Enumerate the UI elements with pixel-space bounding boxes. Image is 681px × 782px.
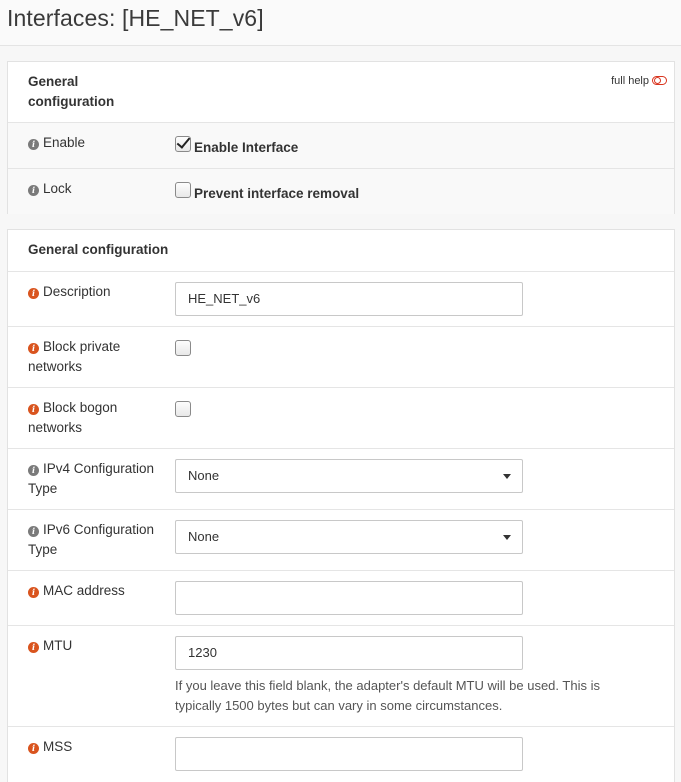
info-icon[interactable]: i xyxy=(28,185,39,196)
ipv6-type-label: i IPv6 Configuration Type xyxy=(28,522,155,557)
enable-interface-label[interactable]: Enable Interface xyxy=(194,139,298,157)
info-icon[interactable]: i xyxy=(28,642,39,653)
toggle-off-icon[interactable] xyxy=(652,76,667,85)
full-help-toggle[interactable]: full help xyxy=(611,75,667,87)
ipv4-type-select[interactable]: None xyxy=(175,459,523,493)
mss-input[interactable] xyxy=(175,737,523,771)
mac-row: i MAC address xyxy=(8,570,674,625)
caret-down-icon xyxy=(503,474,511,479)
ipv6-type-select[interactable]: None xyxy=(175,520,523,554)
panel-title: General configuration xyxy=(28,242,169,257)
block-private-checkbox[interactable] xyxy=(175,340,191,356)
mtu-input[interactable]: 1230 xyxy=(175,636,523,670)
block-bogon-checkbox[interactable] xyxy=(175,401,191,417)
description-label: i Description xyxy=(28,282,163,302)
lock-row: i Lock Prevent interface removal xyxy=(8,168,674,214)
description-input[interactable]: HE_NET_v6 xyxy=(175,282,523,316)
info-icon[interactable]: i xyxy=(28,587,39,598)
info-icon[interactable]: i xyxy=(28,743,39,754)
description-row: i Description HE_NET_v6 xyxy=(8,271,674,326)
panel-header: General configuration full help xyxy=(8,62,674,122)
full-help-label: full help xyxy=(611,75,649,87)
ipv4-type-label: i IPv4 Configuration Type xyxy=(28,461,155,496)
block-private-label: i Block private networks xyxy=(28,339,121,374)
block-bogon-row: i Block bogon networks xyxy=(8,387,674,448)
lock-label: i Lock xyxy=(28,179,163,199)
enable-row: i Enable Enable Interface xyxy=(8,122,674,168)
general-config-panel-2: General configuration i Description HE_NE… xyxy=(7,229,675,782)
mac-address-input[interactable] xyxy=(175,581,523,615)
info-icon[interactable]: i xyxy=(28,343,39,354)
panel-header: General configuration xyxy=(8,230,674,271)
info-icon[interactable]: i xyxy=(28,404,39,415)
mac-label: i MAC address xyxy=(28,581,163,601)
page-header: Interfaces: [HE_NET_v6] xyxy=(0,0,681,46)
block-private-row: i Block private networks xyxy=(8,326,674,387)
info-icon[interactable]: i xyxy=(28,526,39,537)
info-icon[interactable]: i xyxy=(28,465,39,476)
caret-down-icon xyxy=(503,535,511,540)
prevent-removal-checkbox[interactable] xyxy=(175,182,191,198)
panel-title: General configuration xyxy=(28,74,115,109)
ipv4-type-row: i IPv4 Configuration Type None xyxy=(8,448,674,509)
prevent-removal-label[interactable]: Prevent interface removal xyxy=(194,185,359,203)
ipv6-type-value: None xyxy=(188,529,220,544)
ipv4-type-value: None xyxy=(188,468,220,483)
mtu-label: i MTU xyxy=(28,636,163,656)
info-icon[interactable]: i xyxy=(28,139,39,150)
mss-row: i MSS xyxy=(8,726,674,782)
enable-label: i Enable xyxy=(28,133,163,153)
block-bogon-label: i Block bogon networks xyxy=(28,400,118,435)
mss-label: i MSS xyxy=(28,737,163,757)
general-config-panel-1: General configuration full help i Enable … xyxy=(7,61,675,214)
info-icon[interactable]: i xyxy=(28,288,39,299)
page-title: Interfaces: [HE_NET_v6] xyxy=(7,5,264,31)
mtu-row: i MTU 1230 If you leave this field blank,… xyxy=(8,625,674,726)
enable-interface-checkbox[interactable] xyxy=(175,136,191,152)
mtu-help-text: If you leave this field blank, the adapt… xyxy=(175,678,600,713)
ipv6-type-row: i IPv6 Configuration Type None xyxy=(8,509,674,570)
